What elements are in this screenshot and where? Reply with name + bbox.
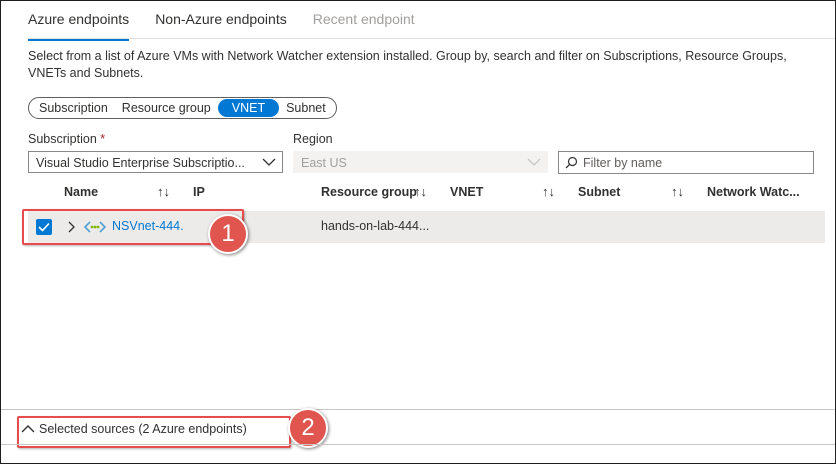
filter-input[interactable] [583,153,803,172]
group-by-toggle: Subscription Resource group VNET Subnet [28,97,337,119]
tab-non-azure-endpoints[interactable]: Non-Azure endpoints [155,1,287,37]
column-vnet[interactable]: VNET [450,185,483,199]
tab-bar: Azure endpoints Non-Azure endpoints Rece… [28,1,441,41]
region-dropdown: East US [293,151,548,173]
row-resource-group: hands-on-lab-444... [321,219,430,233]
filter-search-box [558,151,814,174]
chevron-down-icon [262,158,276,166]
column-resource-group[interactable]: Resource group [321,185,417,199]
column-ip[interactable]: IP [193,185,205,199]
subscription-label: Subscription * [28,132,105,146]
sort-subnet-icon[interactable]: ↑↓ [671,184,684,199]
footer-divider [1,444,835,445]
region-value: East US [301,156,347,170]
sort-name-icon[interactable]: ↑↓ [157,184,170,199]
description-text: Select from a list of Azure VMs with Net… [28,49,787,80]
group-by-resource-group[interactable]: Resource group [115,99,218,117]
bottom-divider [1,409,835,410]
subscription-dropdown[interactable]: Visual Studio Enterprise Subscriptio... [28,151,283,173]
tab-azure-endpoints[interactable]: Azure endpoints [28,1,130,41]
group-by-subscription[interactable]: Subscription [32,99,115,117]
grid-header: Name ↑↓ IP Resource group ↑↓ VNET ↑↓ Sub… [1,182,835,204]
sort-resource-group-icon[interactable]: ↑↓ [414,184,427,199]
column-subnet[interactable]: Subnet [578,185,620,199]
window-frame: Azure endpoints Non-Azure endpoints Rece… [0,0,836,464]
column-name[interactable]: Name [64,185,98,199]
column-network-watcher[interactable]: Network Watc... [707,185,800,199]
sort-vnet-icon[interactable]: ↑↓ [542,184,555,199]
group-by-subnet[interactable]: Subnet [279,99,333,117]
annotation-badge-2: 2 [288,408,328,448]
search-icon [565,156,578,169]
annotation-badge-1: 1 [208,214,248,254]
tabs-divider [28,38,835,39]
subscription-value: Visual Studio Enterprise Subscriptio... [36,156,245,170]
group-by-vnet[interactable]: VNET [217,99,280,117]
required-mark: * [100,132,106,146]
region-label: Region [293,132,333,146]
chevron-down-icon [527,158,541,166]
subscription-label-text: Subscription [28,132,97,146]
tab-recent-endpoint: Recent endpoint [312,11,415,27]
